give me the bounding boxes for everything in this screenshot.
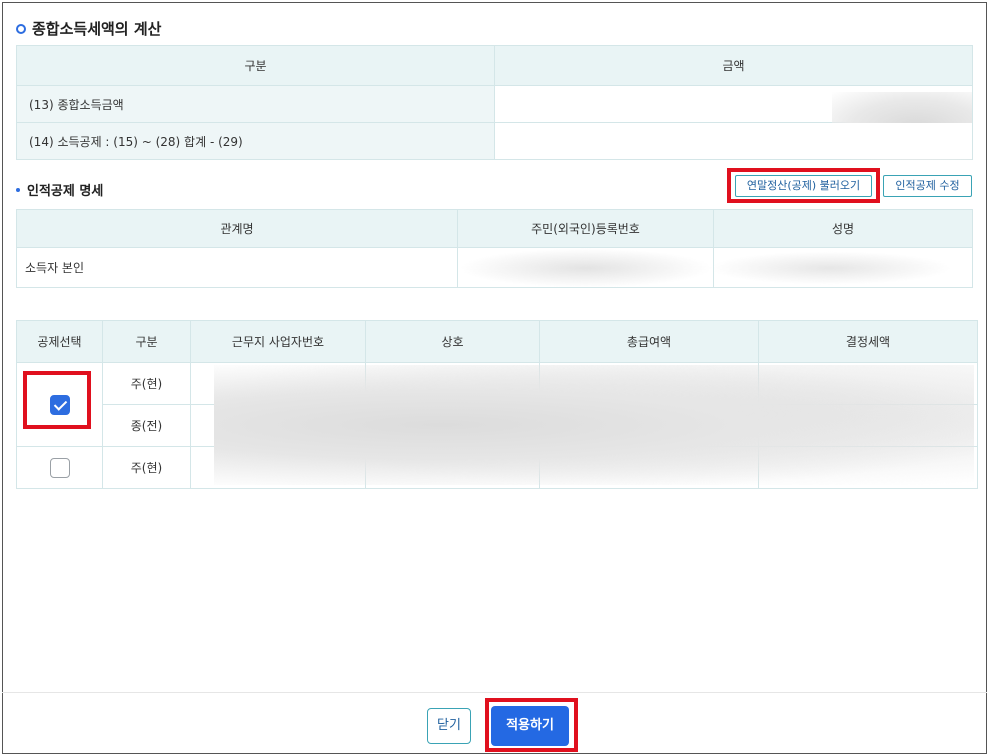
header-relation: 관계명 <box>16 209 458 248</box>
circle-bullet-icon <box>16 23 26 34</box>
income-calc-table: 구분 금액 (13) 종합소득금액 (14) 소득공제 : (15) ~ (28… <box>16 45 973 160</box>
header-deduction-select: 공제선택 <box>16 320 103 363</box>
personal-deduction-table: 관계명 주민(외국인)등록번호 성명 소득자 본인 <box>16 209 973 288</box>
close-button[interactable]: 닫기 <box>427 708 471 744</box>
header-type: 구분 <box>102 320 191 363</box>
table-row: 소득자 본인 <box>16 247 973 288</box>
header-determined-tax: 결정세액 <box>758 320 978 363</box>
header-category: 구분 <box>16 45 495 86</box>
checkbox-cell <box>16 446 103 489</box>
header-business-number: 근무지 사업자번호 <box>190 320 366 363</box>
personal-section-title: 인적공제 명세 <box>16 180 103 199</box>
name-cell <box>713 247 973 288</box>
header-id-number: 주민(외국인)등록번호 <box>457 209 714 248</box>
id-number-cell <box>457 247 714 288</box>
redacted-workplace-data <box>214 365 974 485</box>
row-amount <box>494 122 973 160</box>
row-label: (13) 종합소득금액 <box>16 85 495 123</box>
table-row: (14) 소득공제 : (15) ~ (28) 합계 - (29) <box>16 122 973 160</box>
apply-button[interactable]: 적용하기 <box>491 706 569 746</box>
header-name: 성명 <box>713 209 973 248</box>
load-year-end-button[interactable]: 연말정산(공제) 불러오기 <box>735 175 872 197</box>
type-cell: 주(현) <box>102 446 191 489</box>
section-title-text: 종합소득세액의 계산 <box>32 20 162 38</box>
header-total-salary: 총급여액 <box>539 320 759 363</box>
header-company-name: 상호 <box>365 320 540 363</box>
section-title: 종합소득세액의 계산 <box>16 18 161 39</box>
footer-divider <box>2 692 987 693</box>
edit-personal-deduction-button[interactable]: 인적공제 수정 <box>883 175 972 197</box>
deduction-checkbox-unchecked[interactable] <box>49 457 70 478</box>
dot-bullet-icon <box>16 187 20 192</box>
header-amount: 금액 <box>494 45 973 86</box>
table-row: (13) 종합소득금액 <box>16 85 973 160</box>
type-cell: 종(전) <box>102 404 191 447</box>
type-cell: 주(현) <box>102 362 191 405</box>
relation-cell: 소득자 본인 <box>16 247 458 288</box>
personal-section-title-text: 인적공제 명세 <box>27 184 104 199</box>
row-amount <box>494 85 973 160</box>
highlight-box <box>23 371 91 429</box>
row-label: (14) 소득공제 : (15) ~ (28) 합계 - (29) <box>16 122 495 160</box>
